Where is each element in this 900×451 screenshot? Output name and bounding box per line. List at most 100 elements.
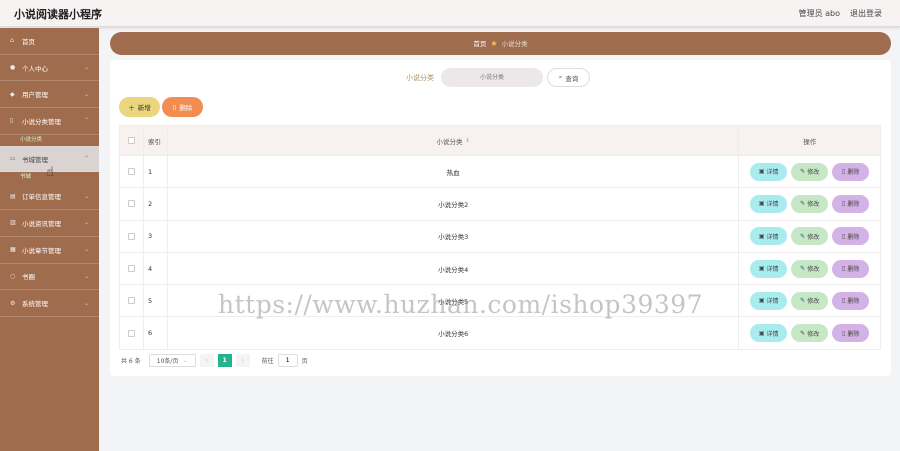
breadcrumb-home[interactable]: 首页 — [473, 40, 486, 48]
news-icon: ▥ — [10, 219, 16, 227]
edit-icon: ✎ — [800, 232, 806, 240]
breadcrumb-current: 小说分类 — [501, 40, 528, 48]
sort-icon[interactable]: ⇕ — [466, 138, 470, 144]
edit-icon: ✎ — [800, 329, 806, 337]
sidebar-item-label: 小说资讯管理 — [22, 219, 61, 228]
delete-button[interactable]: ▯ 删除 — [162, 97, 203, 117]
detail-button-label: 详情 — [766, 330, 779, 338]
sidebar-item-home[interactable]: ⌂ 首页 — [0, 28, 99, 55]
edit-button[interactable]: ✎ 修改 — [791, 194, 829, 213]
header-index: 索引 — [144, 126, 168, 155]
table-row: 2 小说分类2 ▣ 详情 ✎ 修改 ▯ 删除 — [120, 187, 880, 220]
edit-button-label: 修改 — [807, 201, 820, 209]
table-row: 4 小说分类4 ▣ 详情 ✎ 修改 ▯ 删除 — [120, 251, 880, 285]
detail-button-label: 详情 — [766, 201, 779, 209]
sidebar-item-label: 小说章节管理 — [22, 246, 61, 255]
sidebar-item-orders[interactable]: ▤ 订单信息管理 ⌄ — [0, 183, 99, 211]
edit-button[interactable]: ✎ 修改 — [791, 162, 829, 181]
row-checkbox[interactable] — [127, 265, 135, 273]
page-label: 页 — [301, 357, 308, 365]
sidebar-item-profile[interactable]: ● 个人中心 ⌄ — [0, 55, 99, 82]
row-actions: ▣ 详情 ✎ 修改 ▯ 删除 — [739, 285, 880, 316]
sidebar-item-label: 小说分类管理 — [22, 117, 61, 126]
detail-button[interactable]: ▣ 详情 — [750, 227, 788, 246]
table-header: 索引 小说分类 ⇕ 操作 — [120, 126, 880, 155]
remove-button[interactable]: ▯ 删除 — [832, 227, 870, 246]
sidebar-subitem-category[interactable]: 小说分类 — [0, 135, 99, 146]
app-title: 小说阅读器小程序 — [14, 8, 102, 21]
detail-button[interactable]: ▣ 详情 — [750, 162, 788, 181]
goto-page-input[interactable] — [277, 353, 298, 367]
detail-icon: ▣ — [758, 297, 765, 305]
next-page-button[interactable]: › — [235, 353, 250, 367]
sidebar-item-label: 用户管理 — [22, 91, 48, 100]
remove-button[interactable]: ▯ 删除 — [832, 291, 870, 310]
add-button-label: 新增 — [137, 104, 151, 112]
row-checkbox[interactable] — [127, 168, 135, 176]
row-checkbox-cell — [120, 188, 144, 220]
row-checkbox[interactable] — [127, 232, 135, 240]
star-icon: ★ — [490, 39, 498, 48]
row-checkbox-cell — [120, 317, 144, 349]
header-name[interactable]: 小说分类 ⇕ — [168, 126, 740, 155]
row-category-name: 小说分类3 — [168, 220, 740, 252]
sidebar-item-circle[interactable]: ○ 书圈 ⌄ — [0, 264, 99, 291]
chevron-down-icon: ⌄ — [83, 246, 89, 254]
edit-button[interactable]: ✎ 修改 — [791, 259, 829, 278]
chevron-down-icon: ⌄ — [83, 219, 89, 227]
edit-button[interactable]: ✎ 修改 — [791, 291, 829, 310]
remove-button[interactable]: ▯ 删除 — [832, 162, 870, 181]
search-button[interactable]: ⌕ 查询 — [547, 68, 590, 87]
chevron-down-icon: ⌄ — [83, 299, 89, 307]
edit-button[interactable]: ✎ 修改 — [791, 227, 829, 246]
row-checkbox[interactable] — [127, 297, 135, 305]
row-checkbox[interactable] — [127, 200, 135, 208]
remove-button-label: 删除 — [847, 266, 860, 274]
add-button[interactable]: ＋新增 — [119, 97, 160, 117]
row-checkbox[interactable] — [127, 329, 135, 337]
home-icon: ⌂ — [10, 37, 14, 45]
row-actions: ▣ 详情 ✎ 修改 ▯ 删除 — [739, 253, 880, 284]
detail-button[interactable]: ▣ 详情 — [750, 194, 788, 213]
delete-button-label: 删除 — [179, 104, 193, 112]
sidebar-item-users[interactable]: ◆ 用户管理 ⌄ — [0, 81, 99, 109]
pin-icon: ◆ — [10, 90, 15, 98]
page-size-select[interactable]: 10条/页 ⌄ — [148, 353, 196, 367]
detail-button[interactable]: ▣ 详情 — [750, 324, 788, 343]
search-label: 小说分类 — [406, 74, 434, 82]
edit-icon: ✎ — [800, 168, 806, 176]
table-row: 3 小说分类3 ▣ 详情 ✎ 修改 ▯ 删除 — [120, 219, 880, 252]
prev-page-button[interactable]: ‹ — [199, 353, 214, 367]
search-input[interactable] — [441, 68, 543, 87]
edit-button[interactable]: ✎ 修改 — [791, 324, 829, 343]
plus-icon: ＋ — [128, 104, 135, 112]
chapter-icon: ▦ — [10, 246, 16, 254]
detail-button[interactable]: ▣ 详情 — [750, 291, 788, 310]
table-row: 6 小说分类6 ▣ 详情 ✎ 修改 ▯ 删除 — [120, 316, 880, 349]
trash-icon: ▯ — [842, 297, 846, 305]
row-actions: ▣ 详情 ✎ 修改 ▯ 删除 — [739, 188, 880, 219]
sidebar-item-chapters[interactable]: ▦ 小说章节管理 ⌄ — [0, 237, 99, 264]
remove-button-label: 删除 — [847, 330, 860, 338]
row-actions: ▣ 详情 ✎ 修改 ▯ 删除 — [739, 317, 880, 348]
select-all-checkbox[interactable] — [127, 137, 135, 144]
page-number-current[interactable]: 1 — [217, 353, 232, 367]
header-ops: 操作 — [803, 137, 817, 146]
row-category-name: 热血 — [168, 156, 740, 188]
detail-button-label: 详情 — [766, 169, 779, 177]
row-actions: ▣ 详情 ✎ 修改 ▯ 删除 — [739, 156, 880, 187]
remove-button[interactable]: ▯ 删除 — [832, 324, 870, 343]
edit-button-label: 修改 — [807, 233, 820, 241]
sidebar-item-category[interactable]: ▯ 小说分类管理 ⌃ — [0, 108, 99, 135]
chevron-up-icon: ⌃ — [83, 117, 89, 125]
remove-button[interactable]: ▯ 删除 — [832, 194, 870, 213]
chevron-up-icon: ⌃ — [83, 155, 89, 163]
detail-button[interactable]: ▣ 详情 — [750, 259, 788, 278]
remove-button[interactable]: ▯ 删除 — [832, 259, 870, 278]
detail-icon: ▣ — [758, 265, 765, 273]
goto-label: 前往 — [261, 357, 274, 365]
row-actions: ▣ 详情 ✎ 修改 ▯ 删除 — [739, 221, 880, 252]
logout-link[interactable]: 退出登录 — [850, 8, 882, 19]
sidebar-item-system[interactable]: ⚙ 系统管理 ⌄ — [0, 290, 99, 317]
sidebar-item-news[interactable]: ▥ 小说资讯管理 ⌄ — [0, 210, 99, 237]
